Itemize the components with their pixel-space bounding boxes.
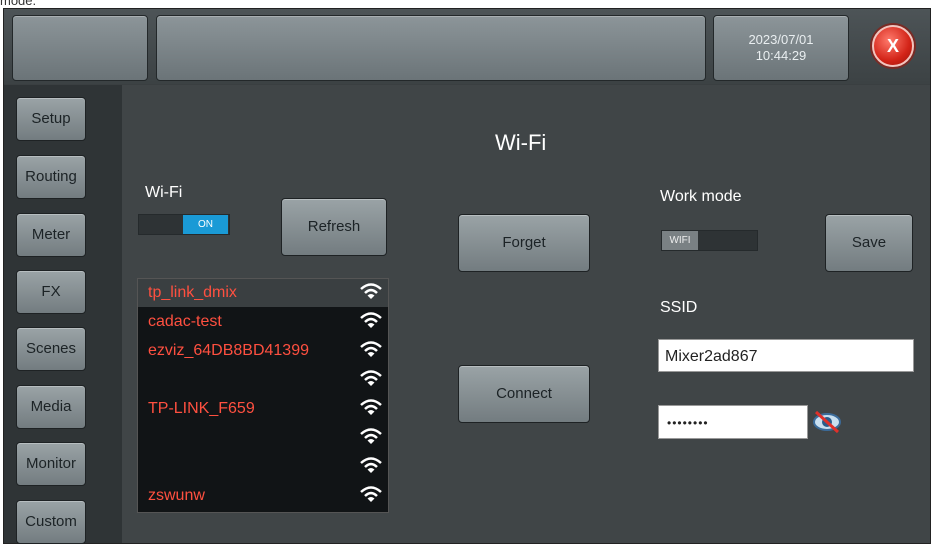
refresh-button[interactable]: Refresh — [281, 198, 387, 256]
network-row[interactable] — [138, 366, 388, 394]
wifi-signal-icon — [359, 485, 383, 505]
date-text: 2023/07/01 — [748, 32, 814, 47]
wifi-signal-icon — [359, 282, 383, 302]
network-row[interactable] — [138, 453, 388, 481]
network-row[interactable]: cadac-test — [138, 308, 388, 336]
nav-routing-button[interactable]: Routing — [16, 155, 86, 199]
work-mode-toggle[interactable]: WIFI — [661, 230, 758, 251]
top-bar: 2023/07/01 10:44:29 X — [4, 9, 930, 84]
network-name: tp_link_dmix — [148, 284, 237, 301]
connect-button[interactable]: Connect — [458, 365, 590, 423]
close-icon: X — [886, 36, 899, 56]
network-row[interactable]: tp_link_dmix — [138, 279, 388, 307]
nav-meter-button[interactable]: Meter — [16, 213, 86, 257]
password-input[interactable]: •••••••• — [658, 405, 808, 439]
network-name: TP-LINK_F659 — [148, 400, 255, 417]
network-row[interactable]: ezviz_64DB8BD41399 — [138, 337, 388, 365]
ssid-label: SSID — [660, 299, 698, 316]
forget-button[interactable]: Forget — [458, 214, 590, 272]
wifi-label: Wi-Fi — [145, 184, 183, 201]
network-row[interactable] — [138, 424, 388, 452]
top-slot-left[interactable] — [12, 15, 148, 81]
close-button[interactable]: X — [872, 25, 914, 67]
wifi-signal-icon — [359, 340, 383, 360]
wifi-signal-icon — [359, 398, 383, 418]
page-title: Wi-Fi — [495, 130, 547, 155]
datetime-box: 2023/07/01 10:44:29 — [713, 15, 849, 81]
ssid-input[interactable]: Mixer2ad867 — [658, 339, 914, 372]
sidebar: Setup Routing Meter FX Scenes Media Moni… — [4, 85, 122, 544]
nav-custom-button[interactable]: Custom — [16, 500, 86, 544]
time-text: 10:44:29 — [755, 48, 807, 63]
nav-fx-button[interactable]: FX — [16, 270, 86, 314]
wifi-signal-icon — [359, 369, 383, 389]
nav-monitor-button[interactable]: Monitor — [16, 442, 86, 486]
work-mode-knob: WIFI — [662, 231, 698, 250]
top-slot-center[interactable] — [156, 15, 706, 81]
wifi-signal-icon — [359, 427, 383, 447]
save-button[interactable]: Save — [825, 214, 913, 272]
wifi-toggle[interactable]: ON — [138, 214, 230, 235]
nav-media-button[interactable]: Media — [16, 385, 86, 429]
caption-text: mode. — [0, 0, 37, 8]
network-name: ezviz_64DB8BD41399 — [148, 342, 309, 359]
wifi-signal-icon — [359, 456, 383, 476]
network-row[interactable]: TP-LINK_F659 — [138, 395, 388, 423]
nav-setup-button[interactable]: Setup — [16, 97, 86, 141]
wifi-toggle-knob: ON — [183, 215, 228, 234]
nav-scenes-button[interactable]: Scenes — [16, 327, 86, 371]
show-password-icon[interactable] — [811, 409, 843, 435]
network-name: zswunw — [148, 487, 205, 504]
work-mode-label: Work mode — [660, 188, 742, 205]
wifi-signal-icon — [359, 311, 383, 331]
network-list[interactable]: tp_link_dmix cadac-test ezviz_64DB8BD41399… — [137, 278, 389, 513]
network-name: cadac-test — [148, 313, 222, 330]
network-row[interactable]: zswunw — [138, 482, 388, 510]
